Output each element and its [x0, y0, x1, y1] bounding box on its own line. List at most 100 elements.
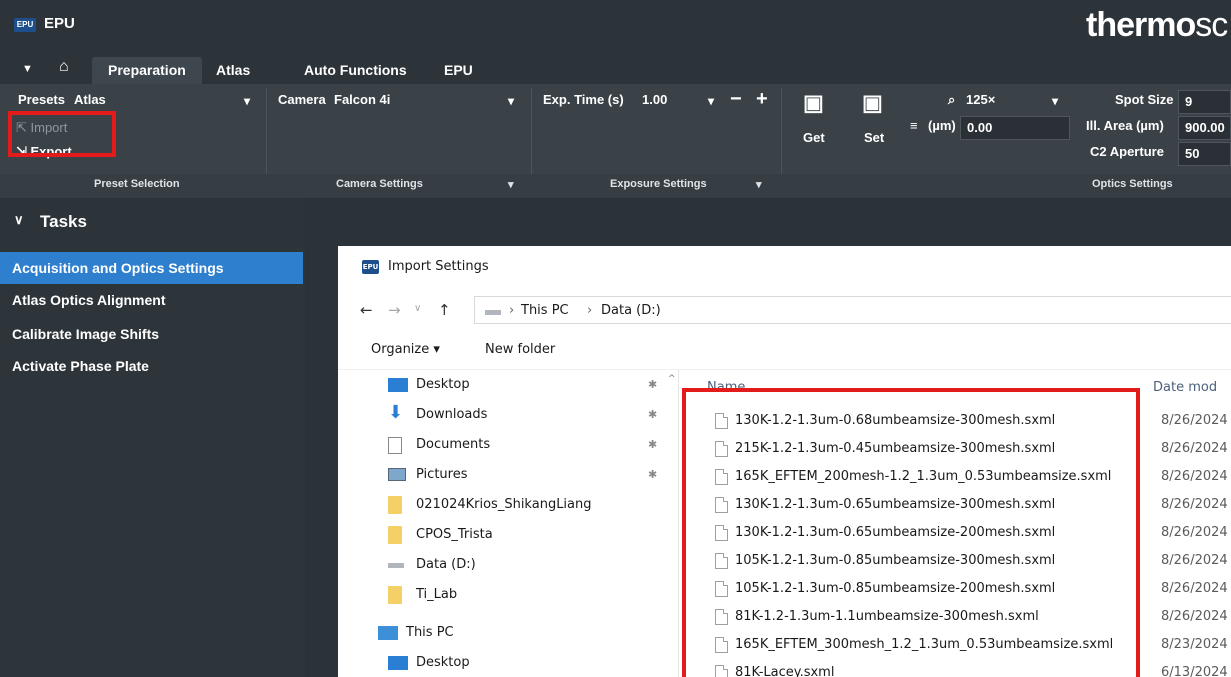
- recent-locations-chevron-icon[interactable]: ∨: [414, 303, 421, 314]
- magnification-icon: ⌕: [948, 92, 956, 107]
- desktop-icon: [388, 656, 408, 670]
- this-pc-icon: [378, 626, 398, 640]
- nav-item-desktop-2[interactable]: Desktop: [388, 650, 668, 677]
- nav-item-label: CPOS_Trista: [416, 527, 493, 542]
- get-button[interactable]: Get: [803, 130, 825, 145]
- tab-epu[interactable]: EPU: [428, 57, 489, 84]
- home-icon[interactable]: ⌂: [59, 58, 69, 76]
- back-arrow-icon[interactable]: ←: [360, 301, 373, 319]
- presets-chevron-icon[interactable]: ▾: [244, 94, 250, 108]
- dialog-title: Import Settings: [388, 259, 489, 274]
- exp-time-increase-button[interactable]: +: [756, 88, 768, 111]
- nav-item-021024krios[interactable]: 021024Krios_ShikangLiang: [388, 492, 668, 520]
- ribbon-collapse-icon[interactable]: ▼: [22, 63, 33, 75]
- new-folder-button[interactable]: New folder: [485, 342, 555, 357]
- camera-chevron-icon[interactable]: ▾: [508, 94, 514, 108]
- get-icon[interactable]: ▣: [803, 90, 824, 116]
- chevron-down-icon[interactable]: ∨: [14, 212, 24, 228]
- desktop-icon: [388, 378, 408, 392]
- optics-settings-group-label: Optics Settings: [1092, 178, 1173, 190]
- thermo-brand-logo: thermosc: [1086, 6, 1228, 44]
- nav-item-ti-lab[interactable]: Ti_Lab: [388, 582, 668, 610]
- nav-item-desktop[interactable]: Desktop ✱: [388, 372, 668, 400]
- nav-item-label: Downloads: [416, 407, 488, 422]
- camera-settings-group-label: Camera Settings: [336, 178, 423, 190]
- epu-logo-icon: EPU: [14, 18, 36, 32]
- drive-icon: [485, 310, 501, 315]
- exposure-settings-chevron-icon[interactable]: ▾: [756, 178, 762, 191]
- nav-item-downloads[interactable]: ⬇ Downloads ✱: [388, 402, 668, 430]
- tab-atlas[interactable]: Atlas: [200, 57, 266, 84]
- nav-item-pictures[interactable]: Pictures ✱: [388, 462, 668, 490]
- spot-size-input[interactable]: 9: [1178, 90, 1231, 114]
- scroll-up-icon[interactable]: ^: [668, 374, 676, 384]
- tasks-panel: Acquisition and Optics Settings Atlas Op…: [0, 246, 305, 677]
- pin-icon[interactable]: ✱: [648, 468, 657, 481]
- up-arrow-icon[interactable]: ↑: [438, 301, 451, 319]
- organize-button[interactable]: Organize ▾: [371, 342, 440, 357]
- nav-item-documents[interactable]: Documents ✱: [388, 432, 668, 460]
- file-date: 8/26/2024: [1161, 497, 1228, 512]
- c2-aperture-input[interactable]: 50: [1178, 142, 1231, 166]
- exp-time-label: Exp. Time (s): [543, 92, 624, 107]
- c2-aperture-label: C2 Aperture: [1090, 144, 1164, 159]
- dialog-title-bar: EPU Import Settings: [338, 246, 1231, 290]
- ill-area-input[interactable]: 900.00: [1178, 116, 1231, 140]
- task-calibrate-image-shifts[interactable]: Calibrate Image Shifts: [0, 318, 303, 350]
- address-bar[interactable]: › This PC › Data (D:): [474, 296, 1231, 324]
- documents-icon: [388, 437, 402, 454]
- ill-area-label: Ill. Area (µm): [1086, 118, 1164, 133]
- task-acquisition-optics-settings[interactable]: Acquisition and Optics Settings: [0, 252, 303, 284]
- exp-time-chevron-icon[interactable]: ▾: [708, 94, 714, 108]
- command-bar: Organize ▾ New folder: [338, 330, 1231, 370]
- breadcrumb-this-pc[interactable]: This PC: [521, 303, 569, 318]
- tasks-header[interactable]: ∨ Tasks: [0, 198, 305, 246]
- file-date: 8/26/2024: [1161, 553, 1228, 568]
- nav-item-cpos-trista[interactable]: CPOS_Trista: [388, 522, 668, 550]
- file-list-highlight-box: [682, 388, 1140, 677]
- nav-item-label: Data (D:): [416, 557, 476, 572]
- import-highlight-box: [8, 111, 116, 157]
- presets-label: Presets: [18, 92, 65, 107]
- camera-dropdown[interactable]: Falcon 4i: [334, 92, 390, 107]
- magnification-chevron-icon[interactable]: ▾: [1052, 94, 1058, 108]
- file-date: 8/26/2024: [1161, 441, 1228, 456]
- tasks-title: Tasks: [40, 212, 87, 231]
- file-date: 8/26/2024: [1161, 609, 1228, 624]
- pictures-icon: [388, 468, 406, 481]
- nav-item-label: Documents: [416, 437, 491, 452]
- pin-icon[interactable]: ✱: [648, 438, 657, 451]
- tab-preparation[interactable]: Preparation: [92, 57, 202, 84]
- file-date: 8/26/2024: [1161, 413, 1228, 428]
- folder-icon: [388, 496, 402, 514]
- folder-icon: [388, 526, 402, 544]
- nav-item-label: Desktop: [416, 377, 470, 392]
- nav-item-label: This PC: [406, 625, 454, 640]
- nav-item-data-d[interactable]: Data (D:): [388, 552, 668, 580]
- defocus-input[interactable]: 0.00: [960, 116, 1070, 140]
- breadcrumb-data-d[interactable]: Data (D:): [601, 303, 661, 318]
- task-atlas-optics-alignment[interactable]: Atlas Optics Alignment: [0, 284, 303, 316]
- camera-settings-chevron-icon[interactable]: ▾: [508, 178, 514, 191]
- set-icon[interactable]: ▣: [862, 90, 883, 116]
- preset-selection-group-label: Preset Selection: [94, 178, 180, 190]
- set-button[interactable]: Set: [864, 130, 884, 145]
- nav-item-label: Pictures: [416, 467, 468, 482]
- app-title: EPU: [44, 15, 75, 32]
- file-date: 8/26/2024: [1161, 525, 1228, 540]
- exp-time-decrease-button[interactable]: −: [730, 88, 742, 111]
- task-activate-phase-plate[interactable]: Activate Phase Plate: [0, 350, 303, 382]
- exp-time-dropdown[interactable]: 1.00: [642, 92, 667, 107]
- column-header-date-modified[interactable]: Date mod: [1153, 380, 1217, 395]
- forward-arrow-icon[interactable]: →: [388, 301, 401, 319]
- pin-icon[interactable]: ✱: [648, 408, 657, 421]
- title-bar: EPU EPU thermosc: [0, 0, 1231, 56]
- tab-auto-functions[interactable]: Auto Functions: [288, 57, 423, 84]
- magnification-dropdown[interactable]: 125×: [966, 92, 995, 107]
- spot-size-label: Spot Size: [1115, 92, 1174, 107]
- pin-icon[interactable]: ✱: [648, 378, 657, 391]
- nav-item-this-pc[interactable]: This PC: [378, 620, 668, 648]
- exposure-settings-group-label: Exposure Settings: [610, 178, 707, 190]
- drive-icon: [388, 563, 404, 568]
- presets-dropdown[interactable]: Atlas: [74, 92, 106, 107]
